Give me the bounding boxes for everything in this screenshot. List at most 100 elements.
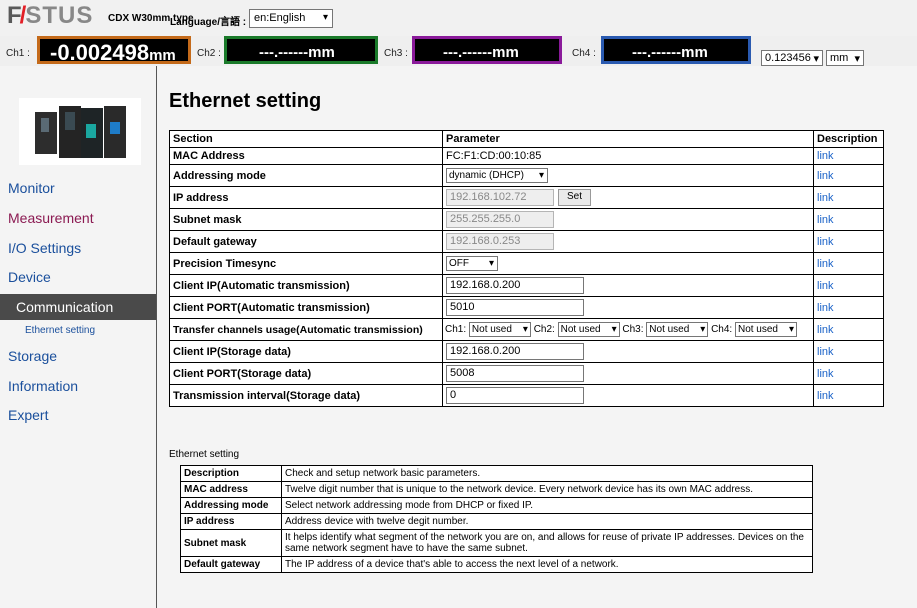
language-select[interactable]: en:English ▾ <box>249 9 333 28</box>
addressing-value: dynamic (DHCP) <box>449 170 525 181</box>
addressing-select[interactable]: dynamic (DHCP) ▾ <box>446 168 548 183</box>
chevron-down-icon: ▾ <box>488 258 494 269</box>
desc-key: Default gateway <box>180 556 282 573</box>
precision-select[interactable]: 0.123456 ▾ <box>761 50 823 66</box>
client-ip-storage-input[interactable]: 192.168.0.200 <box>446 343 584 360</box>
chevron-down-icon: ▾ <box>611 324 617 335</box>
transfer-ch1-select[interactable]: Not used ▾ <box>468 322 531 337</box>
timesync-value: OFF <box>449 258 469 269</box>
client-ip-auto-input[interactable]: 192.168.0.200 <box>446 277 584 294</box>
nav-device[interactable]: Device <box>8 269 51 285</box>
channel-readout-bar: Ch1 : -0.002498mm Ch2 : ---.------mm Ch3… <box>0 36 917 66</box>
client-port-storage-link[interactable]: link <box>817 368 834 380</box>
unit-select[interactable]: mm ▾ <box>826 50 864 66</box>
chevron-down-icon: ▾ <box>813 53 819 65</box>
ip-link[interactable]: link <box>817 192 834 204</box>
transfer-ch3-label: Ch3: <box>622 324 644 336</box>
transfer-ch4-value: Not used <box>737 324 778 335</box>
desc-value: Twelve digit number that is unique to th… <box>281 481 813 498</box>
gateway-label: Default gateway <box>169 230 443 253</box>
gateway-input[interactable]: 192.168.0.253 <box>446 233 554 250</box>
table-row: Transfer channels usage(Automatic transm… <box>169 318 884 341</box>
mac-label: MAC Address <box>169 147 443 165</box>
transfer-ch3-select[interactable]: Not used ▾ <box>646 322 709 337</box>
client-ip-storage-link[interactable]: link <box>817 346 834 358</box>
table-row: Client IP(Automatic transmission) 192.16… <box>169 274 884 297</box>
desc-key: Subnet mask <box>180 529 282 557</box>
chevron-down-icon: ▾ <box>522 324 528 335</box>
header-description: Description <box>813 130 884 148</box>
table-row: Addressing mode dynamic (DHCP) ▾ link <box>169 164 884 187</box>
table-row: IP address 192.168.102.72 Set link <box>169 186 884 209</box>
ch2-value: ---.------ <box>259 44 309 61</box>
nav-measurement[interactable]: Measurement <box>8 210 94 226</box>
settings-table: Section Parameter Description MAC Addres… <box>169 130 884 407</box>
nav-expert[interactable]: Expert <box>8 407 48 423</box>
precision-value: 0.123456 <box>765 52 811 64</box>
nav-ethernet-setting[interactable]: Ethernet setting <box>25 325 95 336</box>
subnet-link[interactable]: link <box>817 214 834 226</box>
client-ip-auto-link[interactable]: link <box>817 280 834 292</box>
ch1-unit: mm <box>149 47 176 64</box>
addressing-label: Addressing mode <box>169 164 443 187</box>
mac-link[interactable]: link <box>817 150 834 162</box>
ip-input[interactable]: 192.168.102.72 <box>446 189 554 206</box>
transfer-ch1-label: Ch1: <box>445 324 467 336</box>
table-row: Client PORT(Automatic transmission) 5010… <box>169 296 884 319</box>
interval-link[interactable]: link <box>817 390 834 402</box>
transfer-ch2-select[interactable]: Not used ▾ <box>557 322 620 337</box>
ch1-display: -0.002498mm <box>37 36 191 65</box>
subnet-input[interactable]: 255.255.255.0 <box>446 211 554 228</box>
description-title: Ethernet setting <box>169 449 240 460</box>
interval-input[interactable]: 0 <box>446 387 584 404</box>
table-row: Default gateway 192.168.0.253 link <box>169 230 884 253</box>
nav-io-settings[interactable]: I/O Settings <box>8 240 81 256</box>
addressing-link[interactable]: link <box>817 170 834 182</box>
chevron-down-icon: ▾ <box>700 324 706 335</box>
table-row: Precision Timesync OFF ▾ link <box>169 252 884 275</box>
table-row: MAC Address FC:F1:CD:00:10:85 link <box>169 147 884 165</box>
ch4-value: ---.------ <box>632 44 682 61</box>
header-parameter: Parameter <box>442 130 814 148</box>
timesync-select[interactable]: OFF ▾ <box>446 256 498 271</box>
ch1-value: -0.002498 <box>50 40 150 65</box>
timesync-link[interactable]: link <box>817 258 834 270</box>
desc-value: Check and setup network basic parameters… <box>281 465 813 482</box>
ip-set-button[interactable]: Set <box>558 189 592 206</box>
nav-monitor[interactable]: Monitor <box>8 180 55 196</box>
transfer-ch4-select[interactable]: Not used ▾ <box>734 322 797 337</box>
fastus-logo: F/STUS <box>7 2 94 29</box>
client-port-storage-input[interactable]: 5008 <box>446 365 584 382</box>
ch4-display: ---.------mm <box>601 36 751 64</box>
client-port-auto-link[interactable]: link <box>817 302 834 314</box>
ch4-label: Ch4 : <box>572 48 596 59</box>
table-header-row: Section Parameter Description <box>169 130 884 148</box>
table-row: Client IP(Storage data) 192.168.0.200 li… <box>169 340 884 363</box>
sidebar: Monitor Measurement I/O Settings Device … <box>0 66 156 608</box>
subnet-label: Subnet mask <box>169 208 443 231</box>
mac-value: FC:F1:CD:00:10:85 <box>442 147 814 165</box>
table-row: Subnet mask 255.255.255.0 link <box>169 208 884 231</box>
client-port-auto-input[interactable]: 5010 <box>446 299 584 316</box>
chevron-down-icon: ▾ <box>854 53 860 65</box>
ch3-value: ---.------ <box>443 44 493 61</box>
ch3-unit: mm <box>492 44 519 61</box>
gateway-link[interactable]: link <box>817 236 834 248</box>
table-row: Default gateway The IP address of a devic… <box>180 556 813 573</box>
chevron-down-icon: ▾ <box>322 12 328 23</box>
transfer-link[interactable]: link <box>817 324 834 336</box>
table-row: IP address Address device with twelve deg… <box>180 513 813 530</box>
table-row: Description Check and setup network basic… <box>180 465 813 482</box>
description-table: Description Check and setup network basic… <box>180 465 813 573</box>
nav-storage[interactable]: Storage <box>8 348 57 364</box>
client-ip-storage-label: Client IP(Storage data) <box>169 340 443 363</box>
desc-value: The IP address of a device that's able t… <box>281 556 813 573</box>
unit-value: mm <box>830 52 849 64</box>
ch1-label: Ch1 : <box>6 48 30 59</box>
nav-information[interactable]: Information <box>8 378 78 394</box>
desc-key: Addressing mode <box>180 497 282 514</box>
ch4-unit: mm <box>681 44 708 61</box>
ch3-label: Ch3 : <box>384 48 408 59</box>
nav-communication[interactable]: Communication <box>0 294 156 320</box>
table-row: Transmission interval(Storage data) 0 li… <box>169 384 884 407</box>
